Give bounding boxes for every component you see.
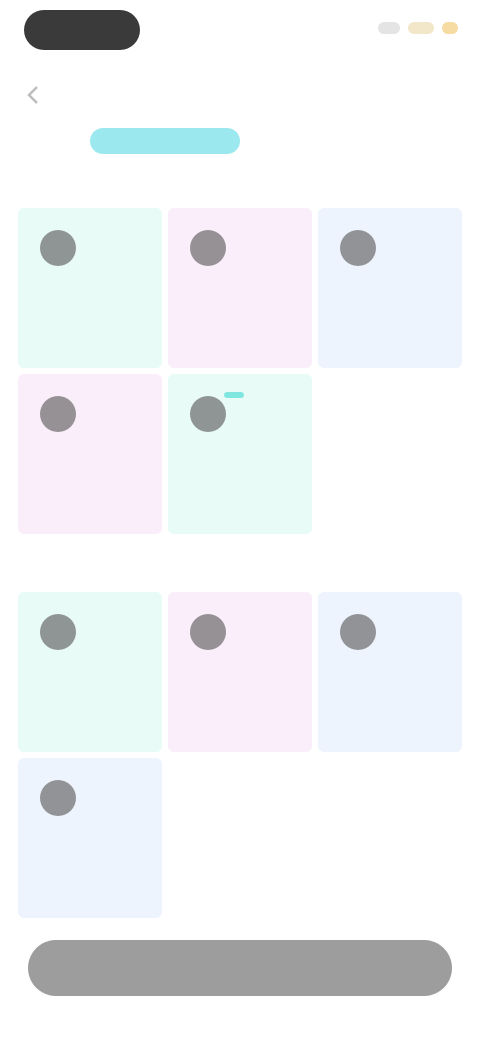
dynamic-island: [24, 10, 140, 50]
tab-second[interactable]: [240, 128, 390, 154]
wifi-icon: [408, 22, 434, 34]
card-item[interactable]: [18, 592, 162, 752]
avatar-icon: [40, 230, 76, 266]
avatar-icon: [190, 396, 226, 432]
status-icons: [378, 22, 458, 34]
card-item[interactable]: [318, 592, 462, 752]
tab-first[interactable]: [90, 128, 240, 154]
card-item[interactable]: [168, 592, 312, 752]
avatar-icon: [40, 780, 76, 816]
avatar-icon: [340, 230, 376, 266]
avatar-icon: [190, 230, 226, 266]
battery-icon: [442, 22, 458, 34]
signal-icon: [378, 22, 400, 34]
avatar-icon: [190, 614, 226, 650]
card-badge: [224, 392, 244, 398]
tab-bar: [90, 128, 390, 154]
bottom-action-button[interactable]: [28, 940, 452, 996]
card-item[interactable]: [318, 208, 462, 368]
avatar-icon: [340, 614, 376, 650]
avatar-icon: [40, 614, 76, 650]
navigation-header: [0, 72, 480, 118]
back-arrow-icon[interactable]: [22, 84, 44, 106]
card-item[interactable]: [18, 758, 162, 918]
card-item[interactable]: [168, 374, 312, 534]
card-item[interactable]: [18, 208, 162, 368]
avatar-icon: [40, 396, 76, 432]
card-item[interactable]: [168, 208, 312, 368]
card-item[interactable]: [18, 374, 162, 534]
